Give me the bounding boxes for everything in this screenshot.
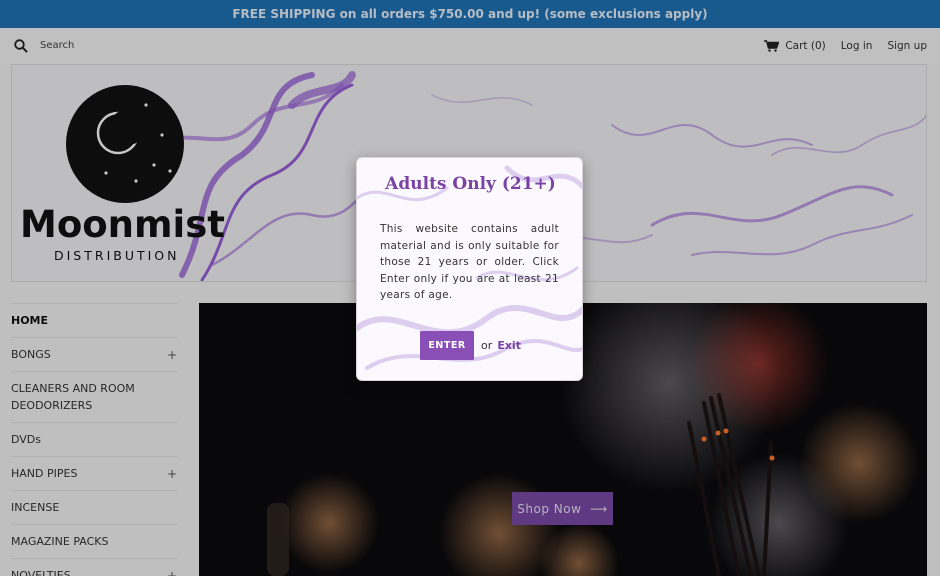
dialog-message: This website contains adult material and… [380,223,559,301]
age-verification-dialog: Adults Only (21+) This website contains … [356,157,583,381]
dialog-title: Adults Only (21+) [385,174,556,194]
enter-button[interactable]: ENTER [420,331,475,360]
or-label: or [481,339,493,352]
exit-link[interactable]: Exit [497,339,521,352]
